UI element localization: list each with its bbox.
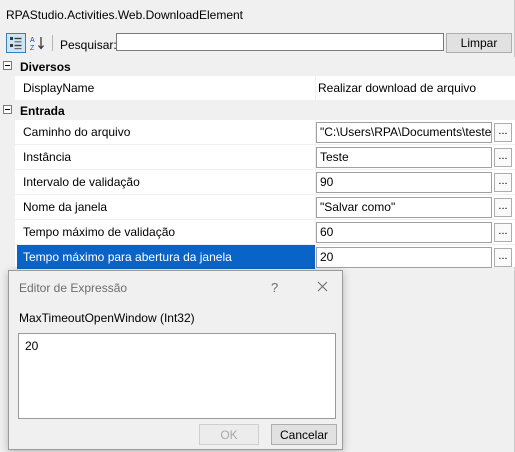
svg-text:A: A	[30, 37, 35, 44]
property-row-intervalo-de-validacao[interactable]: Intervalo de validação 90 ...	[0, 170, 515, 195]
close-icon	[317, 281, 327, 291]
expression-editor-dialog: Editor de Expressão ? MaxTimeoutOpenWind…	[8, 270, 343, 450]
expression-type-label: MaxTimeoutOpenWindow (Int32)	[19, 311, 195, 325]
expression-editor-input[interactable]: 20	[18, 333, 336, 419]
property-row-caminho-do-arquivo[interactable]: Caminho do arquivo "C:\Users\RPA\Documen…	[0, 120, 515, 145]
property-value-input[interactable]: 20	[316, 247, 492, 268]
property-value-input[interactable]: 60	[316, 222, 492, 243]
property-name[interactable]: Intervalo de validação	[17, 170, 315, 194]
categorized-view-button[interactable]	[6, 33, 26, 53]
property-value-input[interactable]: "Salvar como"	[316, 197, 492, 218]
property-name-selected[interactable]: Tempo máximo para abertura da janela	[17, 245, 315, 269]
ellipsis-button[interactable]: ...	[494, 173, 512, 192]
category-label: Entrada	[20, 104, 65, 118]
ok-button[interactable]: OK	[199, 424, 259, 445]
property-value-input[interactable]: 90	[316, 172, 492, 193]
category-diversos[interactable]: Diversos	[0, 57, 515, 76]
ellipsis-button[interactable]: ...	[494, 248, 512, 267]
property-name[interactable]: Caminho do arquivo	[17, 120, 315, 144]
property-row-instancia[interactable]: Instância Teste ...	[0, 145, 515, 170]
property-name[interactable]: DisplayName	[17, 76, 315, 100]
property-row-nome-da-janela[interactable]: Nome da janela "Salvar como" ...	[0, 195, 515, 220]
ellipsis-button[interactable]: ...	[494, 123, 512, 142]
property-toolbar: A Z Pesquisar: Limpar	[0, 30, 515, 56]
sort-az-icon: A Z	[30, 37, 44, 51]
clear-button[interactable]: Limpar	[446, 33, 512, 53]
property-value-input[interactable]: "C:\Users\RPA\Documents\teste	[316, 122, 492, 143]
property-name[interactable]: Tempo máximo de validação	[17, 220, 315, 244]
property-value[interactable]: Realizar download de arquivo	[318, 76, 476, 100]
categorized-icon	[10, 37, 22, 50]
search-label: Pesquisar:	[60, 38, 117, 52]
property-name[interactable]: Nome da janela	[17, 195, 315, 219]
category-entrada[interactable]: Entrada	[0, 101, 515, 120]
svg-text:Z: Z	[30, 45, 35, 51]
cancel-button[interactable]: Cancelar	[271, 424, 337, 445]
ellipsis-button[interactable]: ...	[494, 148, 512, 167]
collapse-icon[interactable]	[3, 61, 12, 70]
toolbar-separator	[52, 35, 53, 51]
property-value-input[interactable]: Teste	[316, 147, 492, 168]
property-row-tempo-maximo-de-validacao[interactable]: Tempo máximo de validação 60 ...	[0, 220, 515, 245]
property-list: Diversos DisplayName Realizar download d…	[0, 57, 515, 270]
property-row-tempo-maximo-abertura-janela[interactable]: Tempo máximo para abertura da janela 20 …	[0, 245, 515, 270]
dialog-title: Editor de Expressão	[19, 281, 128, 295]
search-input[interactable]	[116, 33, 444, 51]
property-name[interactable]: Instância	[17, 145, 315, 169]
category-label: Diversos	[20, 60, 71, 74]
help-button[interactable]: ?	[271, 280, 278, 295]
property-row-displayname[interactable]: DisplayName Realizar download de arquivo	[0, 76, 515, 101]
ellipsis-button[interactable]: ...	[494, 198, 512, 217]
component-title: RPAStudio.Activities.Web.DownloadElement	[6, 8, 243, 22]
close-button[interactable]	[313, 277, 331, 295]
alphabetical-view-button[interactable]: A Z	[28, 33, 48, 53]
ellipsis-button[interactable]: ...	[494, 223, 512, 242]
collapse-icon[interactable]	[3, 105, 12, 114]
